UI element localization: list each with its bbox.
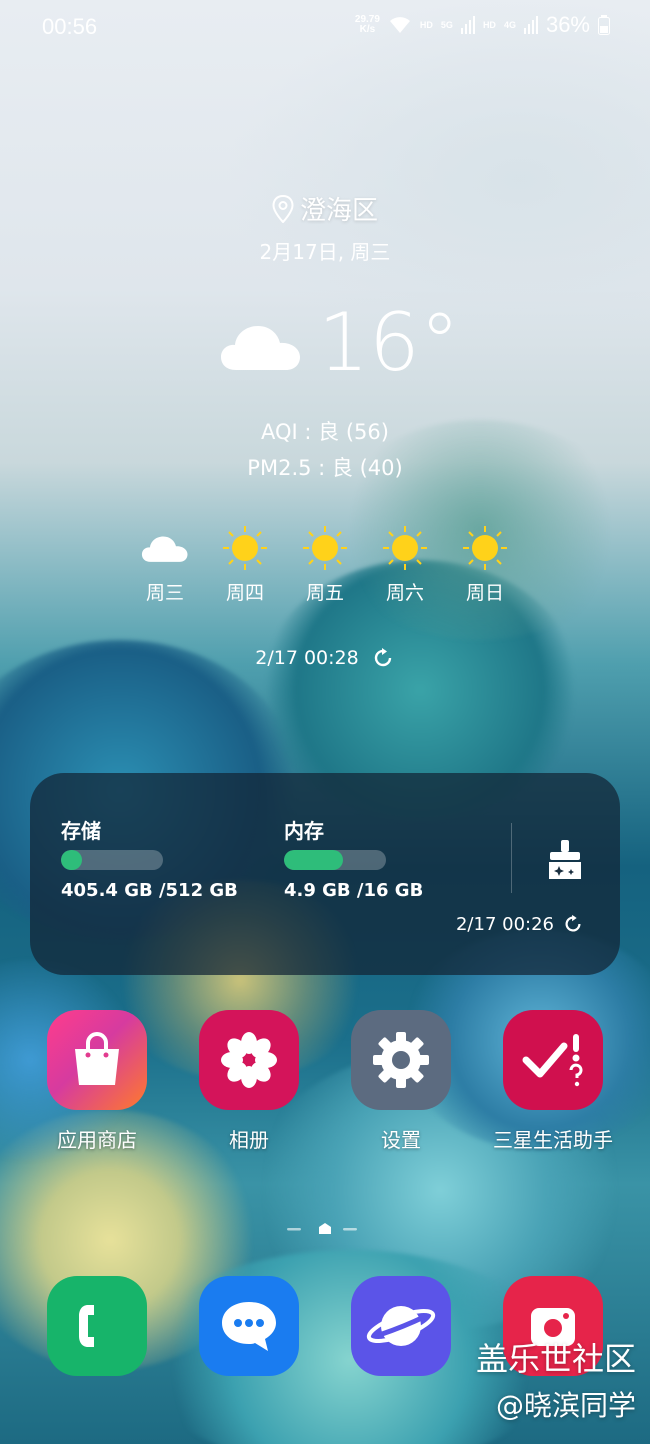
flower-icon [221,1032,277,1088]
memory-value: 4.9 GB /16 GB [284,880,424,901]
network-speed: 29.79 K/s [355,15,380,35]
device-care-widget[interactable]: 存储 405.4 GB /512 GB 内存 4.9 GB /16 GB 2/1… [30,773,620,975]
watermark-author: @晓滨同学 [495,1389,636,1422]
app-galaxy-store[interactable]: 应用商店 [27,1010,167,1153]
sun-icon [223,526,267,570]
forecast-day-label: 周四 [225,582,264,604]
phone-icon [79,1305,94,1347]
app-icon [351,1010,451,1110]
app-icon [47,1010,147,1110]
temperature-row: 16° [0,298,650,398]
network-type-2: 4G [503,20,516,30]
memory-bar [284,850,386,870]
location-pin-icon [272,194,294,223]
current-temperature: 16° [318,296,460,389]
wifi-icon [389,17,410,33]
app-settings[interactable]: 设置 [331,1010,471,1153]
check-help-icon [522,1034,583,1087]
page-indicator[interactable] [0,1220,650,1234]
status-bar: 00:56 29.79 K/s HD 5G HD 4G 36% [0,0,650,56]
refresh-icon[interactable] [371,646,395,670]
pm25-value: PM2.5 : 良 (40) [247,456,403,480]
app-icon [199,1010,299,1110]
watermark-community: 盖乐世社区 [475,1340,636,1378]
weather-location: 澄海区 [0,190,650,227]
storage-value: 405.4 GB /512 GB [61,880,238,901]
forecast-day-label: 周三 [145,582,184,604]
weather-update-time[interactable]: 2/17 00:28 [0,646,650,670]
clean-brush-icon[interactable] [545,839,585,881]
battery-percent: 36% [545,12,590,37]
storage-bar [61,850,163,870]
hd-indicator-2: HD [482,20,496,30]
network-type-1: 5G [440,20,453,30]
app-samsung-members[interactable]: 三星生活助手 [483,1010,623,1153]
sun-icon [383,526,427,570]
dock-app-messages[interactable] [199,1276,299,1376]
planet-icon [366,1306,436,1346]
weather-date: 2月17日, 周三 [259,240,391,264]
status-time: 00:56 [42,14,98,39]
hd-indicator-1: HD [419,20,433,30]
memory-label: 内存 [284,819,324,843]
battery-icon [598,15,610,35]
forecast-day: 周四 [205,524,285,605]
device-care-updated-text: 2/17 00:26 [455,913,554,935]
app-label: 应用商店 [57,1128,137,1152]
forecast-day-label: 周五 [305,582,344,604]
app-label: 相册 [229,1128,269,1152]
forecast-day: 周日 [445,524,525,605]
dock-app-phone[interactable] [47,1276,147,1376]
app-label: 设置 [381,1128,421,1152]
cloud-icon [141,536,188,562]
forecast-day: 周六 [365,524,445,605]
app-icon [503,1010,603,1110]
app-label: 三星生活助手 [493,1128,613,1152]
gear-icon [373,1032,429,1088]
storage-label: 存储 [61,819,101,843]
app-gallery[interactable]: 相册 [179,1010,319,1153]
home-page-dot-icon [287,1223,357,1234]
cloud-icon [221,326,300,370]
weather-updated-text: 2/17 00:28 [255,647,359,669]
forecast-day-label: 周六 [385,582,424,604]
shopping-bag-icon [75,1032,119,1085]
memory-bar-fill [284,850,344,870]
signal-icon-2 [523,16,538,34]
sun-icon [303,526,347,570]
network-speed-unit: K/s [359,24,376,35]
signal-icon-1 [460,16,475,34]
forecast-day-label: 周日 [465,582,504,604]
sun-icon [463,526,507,570]
forecast-day: 周五 [285,524,365,605]
status-icons: 29.79 K/s HD 5G HD 4G 36% [355,12,610,38]
storage-bar-fill [61,850,83,870]
card-divider [511,823,512,893]
refresh-icon[interactable] [562,913,584,935]
aqi-value: AQI : 良 (56) [261,420,389,444]
device-care-update-time[interactable]: 2/17 00:26 [456,913,584,935]
forecast-day: 周三 [125,524,205,605]
message-icon [222,1302,276,1351]
location-name: 澄海区 [299,196,378,226]
dock-app-internet[interactable] [351,1276,451,1376]
forecast-row: 周三 周四 周五 周六 周日 [125,524,525,614]
